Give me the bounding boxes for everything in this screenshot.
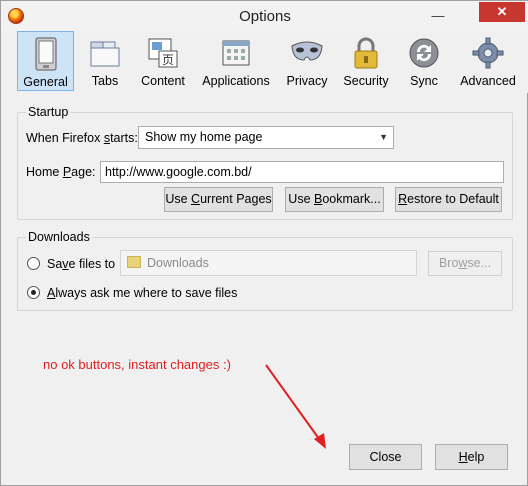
chevron-down-icon: ▼	[379, 132, 388, 142]
options-toolbar: General Tabs 页 Content Applications Priv…	[1, 31, 528, 93]
annotation-text: no ok buttons, instant changes :)	[43, 357, 231, 372]
tab-content-label: Content	[141, 74, 185, 88]
restore-to-default-button[interactable]: Restore to Default	[395, 187, 502, 212]
privacy-mask-icon	[290, 35, 324, 71]
tab-general[interactable]: General	[17, 31, 74, 91]
home-page-input[interactable]: http://www.google.com.bd/	[100, 161, 504, 183]
title-bar: Options — ✕	[1, 1, 528, 31]
general-icon	[29, 36, 63, 72]
when-starts-label: When Firefox starts:	[26, 131, 138, 145]
when-starts-value: Show my home page	[145, 130, 263, 144]
annotation-arrow	[265, 364, 326, 449]
when-starts-select[interactable]: Show my home page ▼	[138, 126, 394, 149]
download-folder-field: Downloads	[120, 250, 417, 276]
minimize-icon[interactable]: —	[428, 7, 448, 25]
tab-applications-label: Applications	[202, 74, 270, 88]
close-window-icon[interactable]: ✕	[479, 2, 525, 22]
tab-security-label: Security	[343, 74, 389, 88]
applications-icon	[219, 35, 253, 71]
lock-icon	[349, 35, 383, 71]
tabs-icon	[88, 35, 122, 71]
startup-title: Startup	[26, 105, 71, 119]
save-files-radio[interactable]	[27, 257, 40, 270]
tab-tabs[interactable]: Tabs	[85, 31, 125, 91]
tab-security[interactable]: Security	[342, 31, 390, 91]
window-title: Options	[239, 8, 291, 25]
download-folder-value: Downloads	[147, 256, 209, 270]
home-page-label: Home Page:	[26, 165, 96, 179]
tab-privacy[interactable]: Privacy	[284, 31, 330, 91]
content-icon: 页	[146, 35, 180, 71]
tab-general-label: General	[23, 75, 68, 89]
help-button[interactable]: Help	[435, 444, 508, 470]
downloads-title: Downloads	[26, 230, 92, 244]
gear-icon	[471, 35, 505, 71]
tab-privacy-label: Privacy	[286, 74, 328, 88]
use-current-pages-button[interactable]: Use Current Pages	[164, 187, 273, 212]
browse-button[interactable]: Browse...	[428, 251, 502, 276]
tab-applications[interactable]: Applications	[199, 31, 273, 91]
tab-advanced[interactable]: Advanced	[459, 31, 517, 91]
tab-tabs-label: Tabs	[91, 74, 119, 88]
tab-sync[interactable]: Sync	[403, 31, 445, 91]
always-ask-radio[interactable]	[27, 286, 40, 299]
tab-sync-label: Sync	[410, 74, 438, 88]
folder-icon	[127, 256, 141, 268]
tab-advanced-label: Advanced	[460, 74, 516, 88]
save-files-label: Save files to	[47, 257, 116, 271]
tab-content[interactable]: 页 Content	[138, 31, 188, 91]
close-button[interactable]: Close	[349, 444, 422, 470]
use-bookmark-button[interactable]: Use Bookmark...	[285, 187, 384, 212]
options-window: Options — ✕ General Tabs 页 Content Appli…	[0, 0, 528, 486]
always-ask-label: Always ask me where to save files	[47, 286, 238, 300]
sync-icon	[407, 35, 441, 71]
svg-text:页: 页	[162, 53, 174, 67]
